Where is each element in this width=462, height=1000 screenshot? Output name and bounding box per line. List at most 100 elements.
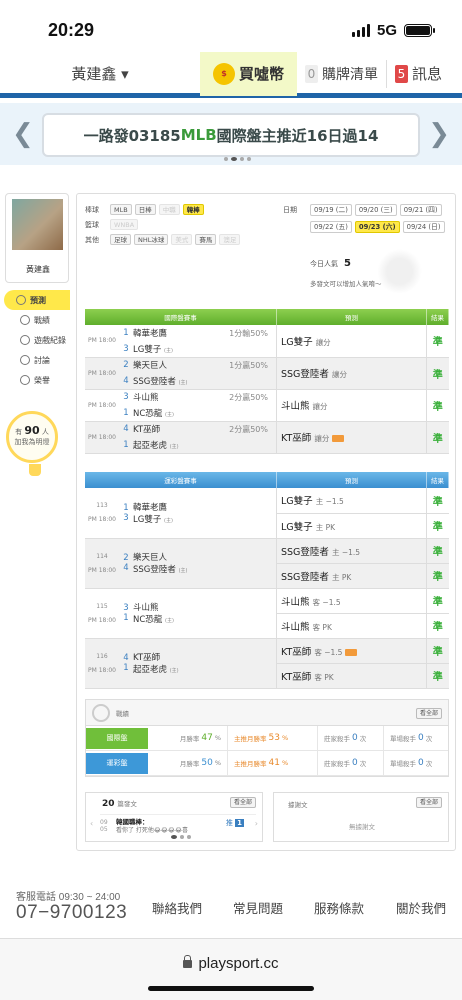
lottery-row: 113 PM 18:00 13 韓華老鷹 LG雙子 (主) LG雙子 主 −1.5 … <box>85 488 449 539</box>
post-item[interactable]: 09 05 韓國職棒： 看你了 打死他😂😂😂😂喜 推 1 <box>100 814 256 834</box>
prediction[interactable]: LG雙子 讓分 <box>276 325 427 358</box>
result: 準 <box>426 513 449 539</box>
user-menu[interactable]: 黃建鑫 ▾ <box>0 63 200 84</box>
metric-label: 單場殺手 <box>390 735 416 743</box>
replies-see-all-button[interactable]: 看全部 <box>415 797 442 808</box>
prediction[interactable]: LG雙子 主 −1.5 <box>276 488 427 514</box>
team-num: 1 <box>119 437 133 454</box>
metric-value: 53 <box>268 733 280 743</box>
banner-message: 國際盤主推近16日過14 <box>216 126 379 145</box>
avatar[interactable] <box>12 199 63 250</box>
metric-value: 41 <box>268 758 280 768</box>
home-mark: (主) <box>178 568 188 574</box>
home-team: NC恐龍 <box>133 615 163 625</box>
footer-link-terms[interactable]: 服務條款 <box>314 898 364 917</box>
result: 準 <box>426 488 449 514</box>
prediction-team: LG雙子 <box>281 496 313 508</box>
posts-see-all-button[interactable]: 看全部 <box>229 797 256 808</box>
posts-dots <box>171 835 191 839</box>
game-meta: 115 PM 18:00 <box>85 588 119 639</box>
prediction-type: 主 −1.5 <box>315 497 344 507</box>
date-0922[interactable]: 09/22 (五) <box>310 220 352 233</box>
banner-next-icon[interactable]: ❯ <box>428 119 450 149</box>
prediction[interactable]: SSG登陸者 主 −1.5 <box>276 538 427 564</box>
browser-url-bar[interactable]: playsport.cc <box>0 938 462 1000</box>
result: 準 <box>426 357 449 390</box>
team-num: 1 <box>123 613 129 623</box>
prediction[interactable]: 斗山熊 客 PK <box>276 613 427 639</box>
date-0921[interactable]: 09/21 (四) <box>399 203 442 216</box>
date-0923[interactable]: 09/23 (六) <box>354 220 400 233</box>
prediction[interactable]: SSG登陸者 主 PK <box>276 563 427 589</box>
banner-text[interactable]: 一路發03185 MLB 國際盤主推近16日過14 <box>42 113 420 157</box>
footer: 客服電話 09:30 ~ 24:00 07−9700123 聯絡我們 常見問題 … <box>0 880 462 940</box>
away-team: 斗山熊 <box>133 393 159 404</box>
sidebar-item-record[interactable]: 戰績 <box>8 310 74 330</box>
profile-card: 黃建鑫 <box>5 193 69 283</box>
popularity-hint: 多發文可以增加人氣唷～ <box>310 280 382 288</box>
date-0924[interactable]: 09/24 (日) <box>402 220 445 233</box>
buy-coins-button[interactable]: $ 買噓幣 <box>200 51 297 96</box>
messages-button[interactable]: 5 訊息 <box>387 63 442 84</box>
prediction[interactable]: 斗山熊 客 −1.5 <box>276 588 427 614</box>
sidebar-item-game-log[interactable]: 遊戲紀錄 <box>8 330 74 350</box>
prediction[interactable]: KT巫師 客 −1.5 <box>276 638 427 664</box>
light-me-button[interactable]: 有 90 人 加我為明燈 <box>6 411 58 476</box>
filter-mlb[interactable]: MLB <box>110 204 132 215</box>
post-push-count: 1 <box>235 819 244 827</box>
league-filters: 棒球 MLB 日棒 中職 韓棒 籃球 WNBA 其他 足球 NHL冰球 美式 賽… <box>85 202 241 247</box>
footer-link-faq[interactable]: 常見問題 <box>233 898 283 917</box>
sidebar-item-discuss[interactable]: 討論 <box>8 350 74 370</box>
metric-label: 莊家殺手 <box>324 760 350 768</box>
footer-link-contact[interactable]: 聯絡我們 <box>152 898 202 917</box>
service-phone[interactable]: 07−9700123 <box>16 902 127 924</box>
date-0920[interactable]: 09/20 (三) <box>354 203 397 216</box>
posts-count: 20 <box>102 799 115 809</box>
filter-soccer[interactable]: 足球 <box>110 234 131 245</box>
posts-label: 篇發文 <box>117 800 137 808</box>
spread-line: 2分贏50% <box>229 424 268 434</box>
footer-link-about[interactable]: 關於我們 <box>396 898 446 917</box>
banner-prev-icon[interactable]: ❮ <box>12 119 34 149</box>
prediction[interactable]: KT巫師 讓分 <box>276 421 427 454</box>
record-row: 運彩盤 月勝率 50% 主推月勝率 41% 莊家殺手 0 次 單場殺手 0 次 <box>86 750 448 776</box>
prediction-type: 客 PK <box>312 622 332 632</box>
cart-button[interactable]: 0 購牌清單 <box>297 59 387 88</box>
team-num: 1 <box>119 405 133 422</box>
filter-horse[interactable]: 賽馬 <box>195 234 217 245</box>
home-team-name: LG雙子 <box>133 344 162 355</box>
intl-header-result: 結果 <box>426 309 449 325</box>
record-see-all-button[interactable]: 看全部 <box>415 708 442 719</box>
sidebar-item-honor[interactable]: 榮譽 <box>8 370 74 390</box>
result: 準 <box>426 325 449 358</box>
posts-next-icon[interactable]: › <box>255 819 258 828</box>
target-icon <box>92 703 110 722</box>
posts-prev-icon[interactable]: ‹ <box>90 819 93 828</box>
game-meta: 113 PM 18:00 <box>85 488 119 539</box>
prediction[interactable]: KT巫師 客 PK <box>276 663 427 689</box>
sidebar-item-label: 預測 <box>30 295 46 305</box>
result: 準 <box>426 538 449 564</box>
post-push: 推 1 <box>226 818 244 828</box>
date-0919[interactable]: 09/19 (二) <box>310 203 352 216</box>
prediction[interactable]: LG雙子 主 PK <box>276 513 427 539</box>
record-icon <box>20 315 30 325</box>
prediction-type: 客 −1.5 <box>314 647 343 657</box>
game-time: PM 18:00 <box>85 357 119 390</box>
popularity: 今日人氣 5 <box>310 258 351 269</box>
game-time: PM 18:00 <box>85 389 119 422</box>
metric-value: 0 <box>418 733 424 743</box>
filter-kbo[interactable]: 韓棒 <box>182 204 204 215</box>
spread-line: 1分贏50% <box>229 360 268 370</box>
filter-nhl[interactable]: NHL冰球 <box>134 234 169 245</box>
prediction[interactable]: SSG登陸者 讓分 <box>276 357 427 390</box>
discuss-icon <box>20 355 30 365</box>
prediction-type: 客 −1.5 <box>312 597 341 607</box>
prediction[interactable]: 斗山熊 讓分 <box>276 389 427 422</box>
prediction-team: 斗山熊 <box>281 596 310 608</box>
prediction-type: 讓分 <box>331 370 347 379</box>
home-mark: (主) <box>164 347 173 354</box>
sidebar-item-predict[interactable]: 預測 <box>4 290 70 310</box>
prediction-team: LG雙子 <box>281 521 313 533</box>
filter-npb[interactable]: 日棒 <box>134 204 156 215</box>
